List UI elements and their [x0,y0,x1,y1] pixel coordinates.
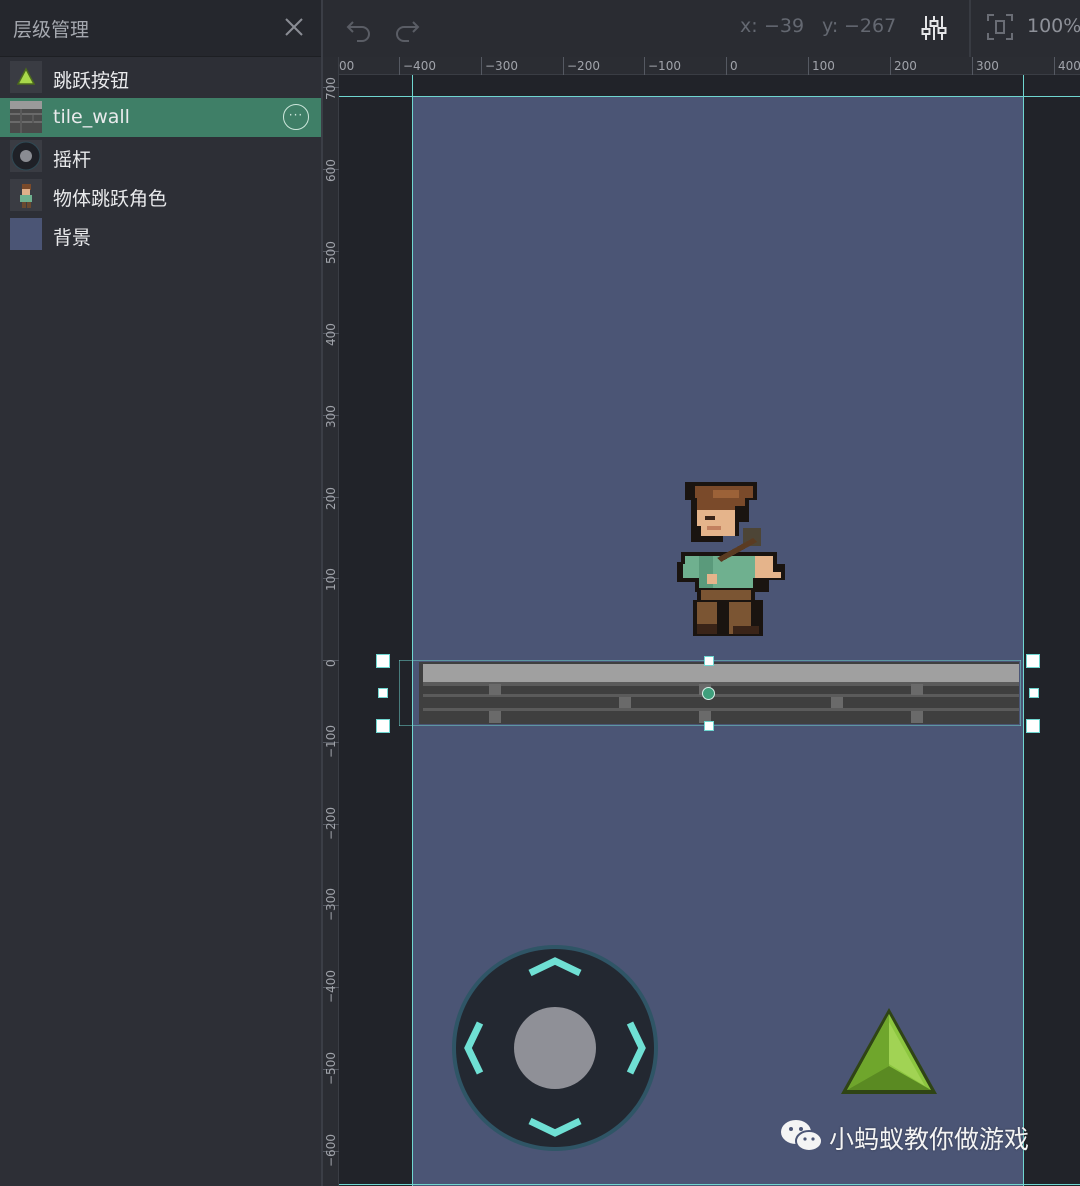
guide-line-top [339,96,1080,97]
ruler-y-label: −100 [324,725,338,758]
ruler-x-label: −300 [485,59,518,73]
ruler-y-label: −300 [324,888,338,921]
ruler-x-label: 300 [976,59,999,73]
ruler-y-label: −200 [324,807,338,840]
ruler-x-label: 200 [894,59,917,73]
ruler-tick [808,57,809,75]
jumping-character-sprite[interactable] [673,476,789,644]
ruler-y-label: −600 [324,1134,338,1167]
layer-label: 摇杆 [53,149,92,171]
editor-window: 层级管理 跳跃按钮 tile_wall ··· 摇杆 物体跳跃角色 背景 x: … [0,0,1080,1186]
close-icon[interactable] [279,12,309,42]
ruler-x-label: 0 [730,59,738,73]
ruler-tick [399,57,400,75]
ruler-x-label: −100 [648,59,681,73]
ruler-horizontal: 00 −400 −300 −200 −100 0 100 200 300 400 [335,57,1080,75]
ruler-tick [563,57,564,75]
guide-line-bottom [339,1184,1080,1185]
resize-handle-top[interactable] [704,656,714,666]
zoom-level[interactable]: 100% [1027,15,1080,37]
stone-wall-icon [10,101,42,133]
scene-editor[interactable]: x: −39 y: −267 100% 00 −400 −300 −200 −100 0 1… [323,0,1080,1186]
resize-handle-right[interactable] [1029,688,1039,698]
ruler-x-label: 100 [812,59,835,73]
resize-handle-left[interactable] [378,688,388,698]
layer-item-character[interactable]: 物体跳跃角色 [0,176,321,215]
ruler-x-label: −200 [567,59,600,73]
layer-panel-title: 层级管理 [13,19,90,41]
jump-button[interactable] [839,1006,939,1098]
ruler-tick [1054,57,1055,75]
layer-label: 背景 [53,227,92,249]
resize-handle-bottom-right[interactable] [1026,719,1040,733]
joystick-icon [10,140,42,172]
cursor-x-value: −39 [764,15,805,37]
background-swatch [10,218,42,250]
layer-item-tile-wall[interactable]: tile_wall ··· [0,98,321,137]
ruler-x-label: −400 [403,59,436,73]
wechat-icon [781,1120,823,1152]
toolbar-divider [969,0,971,57]
ruler-y-label: 100 [324,568,338,591]
resize-handle-bottom-left[interactable] [376,719,390,733]
ruler-x-label: 400 [1058,59,1080,73]
pivot-point[interactable] [702,687,715,700]
joystick-control[interactable] [450,943,660,1153]
layer-panel-header: 层级管理 [0,0,321,57]
ruler-vertical: 700 600 500 400 300 200 100 0 −100 −200 −300 −400 −5… [323,57,339,1186]
watermark-text: 小蚂蚁教你做游戏 [829,1125,1030,1154]
green-triangle-icon [10,61,42,93]
editor-toolbar: x: −39 y: −267 100% [323,0,1080,57]
undo-icon[interactable] [343,12,375,44]
cursor-y-value: −267 [844,15,897,37]
resize-handle-bottom[interactable] [704,721,714,731]
ruler-tick [972,57,973,75]
redo-icon[interactable] [391,12,423,44]
ruler-y-label: 200 [324,487,338,510]
cursor-x-label: x: [740,15,758,37]
ruler-tick [644,57,645,75]
cursor-y-label: y: [822,15,839,37]
ruler-x-label: 00 [339,59,355,73]
adjust-sliders-icon[interactable] [918,12,950,44]
layer-item-joystick[interactable]: 摇杆 [0,137,321,176]
layer-item-background[interactable]: 背景 [0,215,321,254]
ruler-y-label: 700 [324,77,338,100]
resize-handle-top-right[interactable] [1026,654,1040,668]
resize-handle-top-left[interactable] [376,654,390,668]
ruler-y-label: −500 [324,1052,338,1085]
layer-label: tile_wall [53,106,130,128]
ruler-tick [481,57,482,75]
ruler-y-label: 300 [324,405,338,428]
layer-label: 跳跃按钮 [53,70,130,92]
layer-label: 物体跳跃角色 [53,188,168,210]
guide-line-right [1023,75,1024,1186]
layer-item-jump-button[interactable]: 跳跃按钮 [0,58,321,97]
watermark: 小蚂蚁教你做游戏 [779,1112,1079,1160]
layer-panel: 层级管理 跳跃按钮 tile_wall ··· 摇杆 物体跳跃角色 背景 [0,0,321,1186]
ruler-y-label: 600 [324,159,338,182]
guide-line-left [412,75,413,1186]
ruler-y-label: 500 [324,241,338,264]
ruler-y-label: −400 [324,970,338,1003]
ruler-y-label: 400 [324,323,338,346]
fit-view-icon[interactable] [985,12,1015,42]
ruler-y-label: 0 [324,659,338,667]
ruler-tick [726,57,727,75]
ruler-tick [890,57,891,75]
character-icon [10,179,42,211]
more-options-icon[interactable]: ··· [283,104,309,130]
